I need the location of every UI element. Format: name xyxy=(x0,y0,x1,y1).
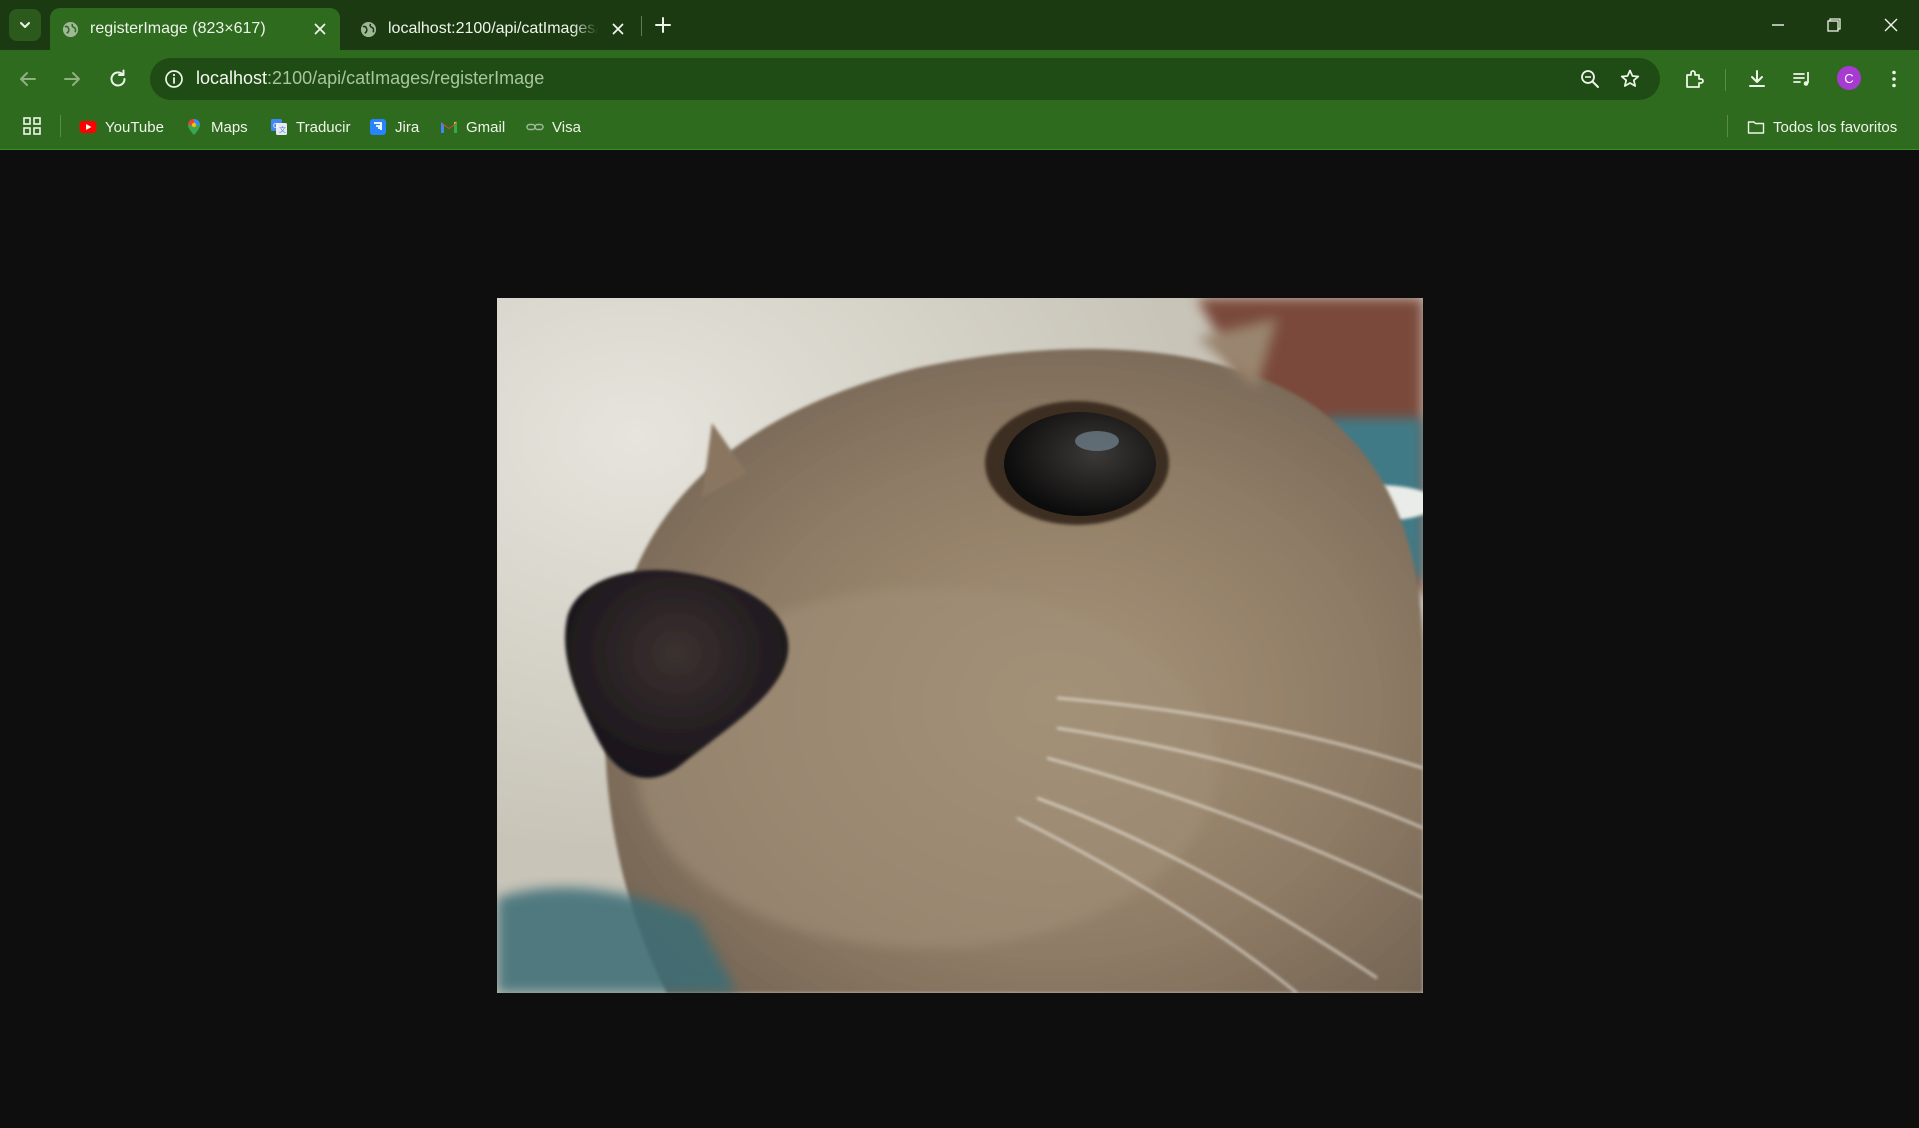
back-arrow-icon[interactable] xyxy=(16,67,40,91)
download-icon[interactable] xyxy=(1745,67,1769,91)
close-icon[interactable] xyxy=(310,19,330,39)
close-icon[interactable] xyxy=(608,19,628,39)
cat-photo-illustration xyxy=(497,298,1423,993)
profile-avatar[interactable]: C xyxy=(1837,66,1861,90)
tab-search-button[interactable] xyxy=(9,9,41,41)
tab-cat-images[interactable]: localhost:2100/api/catImages/c xyxy=(348,8,638,50)
cat-photo[interactable] xyxy=(497,298,1423,993)
site-info-icon[interactable] xyxy=(162,67,186,91)
link-icon xyxy=(526,123,544,131)
url-text[interactable]: localhost:2100/api/catImages/registerIma… xyxy=(196,68,544,89)
new-tab-plus-icon[interactable] xyxy=(651,13,675,37)
tab-register-image[interactable]: registerImage (823×617) xyxy=(50,8,340,50)
minimize-icon[interactable] xyxy=(1765,12,1791,38)
toolbar-divider xyxy=(1725,69,1726,91)
bookmark-label: Traducir xyxy=(296,118,351,136)
extensions-icon[interactable] xyxy=(1682,67,1706,91)
restore-icon[interactable] xyxy=(1821,12,1847,38)
svg-text:G: G xyxy=(273,122,278,130)
zoom-icon[interactable] xyxy=(1578,67,1602,91)
tab-separator xyxy=(641,16,642,36)
forward-arrow-icon[interactable] xyxy=(60,67,84,91)
bookmark-maps[interactable]: Maps xyxy=(185,114,248,140)
bookmarks-divider xyxy=(1727,115,1728,137)
bookmark-label: Maps xyxy=(211,118,248,136)
bookmark-jira[interactable]: Jira xyxy=(369,114,419,140)
svg-text:文: 文 xyxy=(279,125,286,134)
more-menu-icon[interactable] xyxy=(1882,67,1906,91)
bookmark-visa[interactable]: Visa xyxy=(526,114,581,140)
close-window-icon[interactable] xyxy=(1878,12,1904,38)
bookmark-label: Visa xyxy=(552,118,581,136)
all-bookmarks-folder[interactable]: Todos los favoritos xyxy=(1747,114,1897,140)
tab-title: localhost:2100/api/catImages/c xyxy=(388,20,598,37)
chevron-down-icon xyxy=(20,22,30,28)
youtube-icon xyxy=(79,121,97,133)
translate-icon: G 文 xyxy=(271,119,287,135)
folder-icon xyxy=(1747,121,1765,134)
bookmark-star-icon[interactable] xyxy=(1618,67,1642,91)
bookmark-label: YouTube xyxy=(105,118,164,136)
reload-icon[interactable] xyxy=(106,67,130,91)
bookmark-gmail[interactable]: Gmail xyxy=(440,114,505,140)
bookmarks-divider xyxy=(60,115,61,137)
jira-icon xyxy=(370,119,386,135)
media-control-icon[interactable] xyxy=(1790,67,1814,91)
gmail-icon xyxy=(441,122,457,133)
url-path: :2100/api/catImages/registerImage xyxy=(267,68,545,88)
bookmark-youtube[interactable]: YouTube xyxy=(79,114,164,140)
globe-icon xyxy=(360,21,377,38)
maps-icon xyxy=(188,119,200,135)
bookmarks-bar: YouTube Maps G 文 Traducir Jira Gmail Vis… xyxy=(0,108,1919,150)
tab-strip: registerImage (823×617) localhost:2100/a… xyxy=(0,0,1919,50)
url-host: localhost xyxy=(196,68,268,88)
address-bar[interactable]: localhost:2100/api/catImages/registerIma… xyxy=(150,58,1660,100)
tab-title: registerImage (823×617) xyxy=(90,20,266,37)
bookmark-label: Gmail xyxy=(466,118,506,136)
all-bookmarks-label: Todos los favoritos xyxy=(1773,118,1898,136)
apps-grid-icon[interactable] xyxy=(22,116,42,136)
globe-icon xyxy=(62,21,79,38)
image-viewer-page xyxy=(0,151,1919,1128)
bookmark-label: Jira xyxy=(395,118,420,136)
bookmark-traducir[interactable]: G 文 Traducir xyxy=(270,114,350,140)
